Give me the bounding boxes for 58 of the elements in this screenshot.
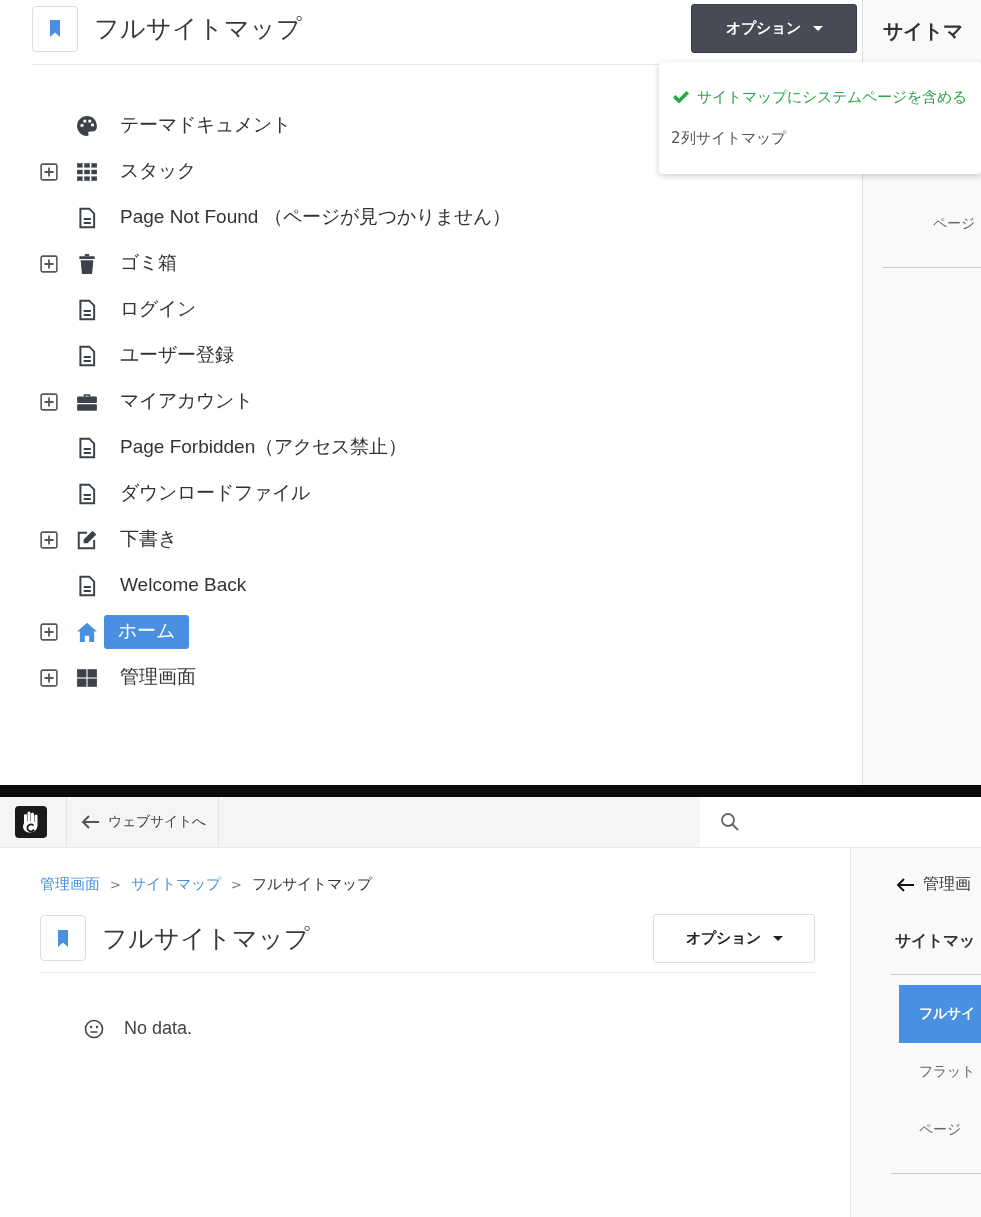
tree-node[interactable]: ユーザー登録 <box>106 339 246 373</box>
back-link[interactable]: 管理画 <box>895 874 981 895</box>
sidebar-item[interactable]: フラット <box>899 1043 981 1101</box>
sidebar-item[interactable]: ページ <box>899 1101 981 1159</box>
expand-icon[interactable] <box>40 393 58 411</box>
tree-node[interactable]: スタック <box>106 155 208 189</box>
tree-node[interactable]: Page Forbidden（アクセス禁止） <box>106 431 420 465</box>
grid-icon <box>76 161 98 183</box>
expand-icon[interactable] <box>40 531 58 549</box>
dashboard-icon <box>76 667 98 689</box>
search-field[interactable] <box>700 797 981 847</box>
search-icon <box>720 812 740 832</box>
empty-message: No data. <box>124 1018 193 1039</box>
tree-node[interactable]: Welcome Back <box>106 571 259 601</box>
page-title: フルサイトマップ <box>102 922 311 955</box>
tree-node[interactable]: ダウンロードファイル <box>106 477 322 511</box>
expand-icon[interactable] <box>40 255 58 273</box>
breadcrumb-separator: > <box>230 876 242 892</box>
page-title: フルサイトマップ <box>94 13 303 45</box>
back-link[interactable]: ウェブサイトへ <box>67 797 219 847</box>
breadcrumb-current: フルサイトマップ <box>251 874 372 894</box>
tree-node[interactable]: マイアカウント <box>106 385 265 419</box>
arrow-left-icon <box>79 814 100 830</box>
document-icon <box>76 299 98 321</box>
tree-node[interactable]: ゴミ箱 <box>106 247 189 281</box>
document-icon <box>76 437 98 459</box>
breadcrumb-separator: > <box>110 876 121 892</box>
document-icon <box>76 575 98 597</box>
caret-icon <box>772 935 783 941</box>
sidebar-heading: サイトマッ <box>895 931 976 952</box>
tree-node[interactable]: テーマドキュメント <box>106 109 303 143</box>
document-icon <box>76 483 98 505</box>
edit-icon <box>76 529 98 551</box>
smiley-icon <box>84 1018 104 1039</box>
expand-icon[interactable] <box>40 669 58 687</box>
expand-icon[interactable] <box>40 623 58 641</box>
tree-node[interactable]: ログイン <box>106 293 208 327</box>
menu-item[interactable]: 2列サイトマップ <box>671 116 981 160</box>
check-icon <box>671 89 691 105</box>
home-icon <box>76 621 98 643</box>
arrow-left-icon <box>895 876 915 893</box>
palette-icon <box>76 115 98 137</box>
options-button[interactable]: オプション <box>691 4 857 53</box>
document-icon <box>76 207 98 229</box>
tree-node[interactable]: Page Not Found （ページが見つかりません） <box>106 201 523 235</box>
briefcase-icon <box>76 391 98 413</box>
tree-node[interactable]: 管理画面 <box>106 661 208 695</box>
tree-node[interactable]: 下書き <box>106 523 189 557</box>
bookmark-icon <box>47 19 63 38</box>
sidebar-item[interactable]: ページ <box>863 205 981 243</box>
expand-icon[interactable] <box>40 163 58 181</box>
sidebar-heading: サイトマ <box>883 18 964 45</box>
hand-logo-icon <box>15 806 47 838</box>
caret-icon <box>812 26 823 31</box>
document-icon <box>76 345 98 367</box>
bookmark-icon <box>55 928 71 948</box>
options-button[interactable]: オプション <box>653 913 815 963</box>
trash-icon <box>76 253 98 275</box>
